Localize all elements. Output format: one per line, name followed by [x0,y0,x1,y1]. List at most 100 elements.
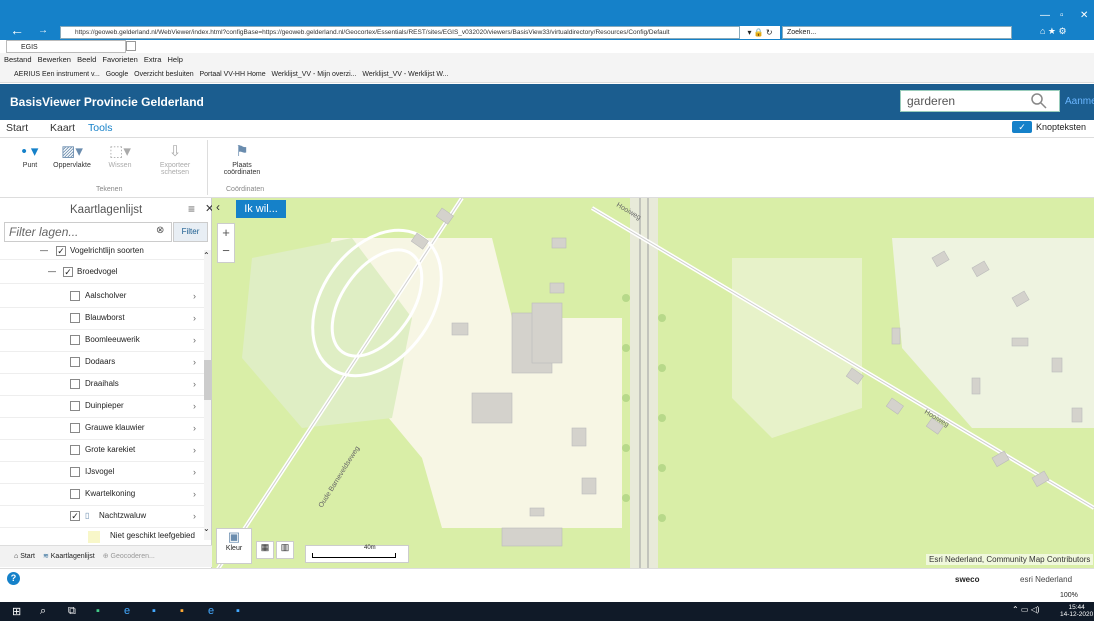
favorite-link[interactable]: AERIUS Een instrument v... [14,71,100,78]
chevron-up-icon[interactable]: ⌃ [203,251,210,260]
search-icon[interactable]: ⌕ [40,605,46,618]
tab-geocoderen[interactable]: Geocoderen... [111,553,155,560]
chevron-right-icon[interactable]: › [193,350,196,374]
clear-icon[interactable]: ⊗ [156,225,164,236]
taskview-icon[interactable]: ⧉ [68,605,76,618]
chevron-right-icon[interactable]: › [193,328,196,352]
menu-item[interactable]: Favorieten [102,55,137,64]
tab-kaart[interactable]: Kaart [50,122,75,134]
wissen-button[interactable]: ⬚▾ Wissen [100,142,140,169]
home-icon[interactable]: ⌂ [0,553,18,560]
chevron-right-icon[interactable]: › [193,394,196,418]
list-item[interactable]: Draaihals › [0,372,206,396]
checkbox[interactable] [70,291,80,301]
plaats-coordinaten-button[interactable]: ⚑ Plaats coördinaten [222,142,262,176]
chevron-right-icon[interactable]: › [193,438,196,462]
word-icon[interactable]: ▪ [236,605,240,617]
clock[interactable]: 15:44 14-12-2020 [1060,604,1093,618]
favorite-link[interactable]: Werklijst_VV - Werklijst W... [362,71,448,78]
zoom-in-button[interactable]: + [218,224,234,242]
tab-start-panel[interactable]: Start [20,553,35,560]
chevron-right-icon[interactable]: › [193,416,196,440]
scrollbar-thumb[interactable] [204,360,211,400]
browser-tools-icon[interactable]: ⌂ ★ ⚙ [1040,26,1067,37]
ik-wil-button[interactable]: Ik wil... [236,200,286,218]
list-item[interactable]: Aalscholver › [0,284,206,308]
map-table-icon[interactable]: ▥ [276,541,294,559]
menu-item[interactable]: Bewerken [38,55,71,64]
chevron-right-icon[interactable]: › [193,306,196,330]
tab-tools[interactable]: Tools [88,122,113,134]
chevron-right-icon[interactable]: › [193,482,196,506]
list-item[interactable]: IJsvogel › [0,460,206,484]
explorer-icon[interactable]: ▪ [180,605,184,617]
zoom-out-button[interactable]: − [218,242,234,260]
checkbox[interactable] [70,313,80,323]
list-item[interactable]: Duinpieper › [0,394,206,418]
forward-button[interactable]: → [38,25,48,36]
list-item[interactable]: Boomleeuwerik › [0,328,206,352]
chevron-right-icon[interactable]: › [193,372,196,396]
ie-icon[interactable]: e [124,605,130,617]
browser-search-input[interactable]: Zoeken... [782,26,1012,39]
checkbox[interactable] [70,423,80,433]
help-icon[interactable]: ? [7,572,20,585]
search-icon[interactable] [1030,92,1048,110]
checkbox[interactable]: ✓ [70,511,80,521]
geocode-icon[interactable]: ⊕ [97,553,109,560]
checkbox[interactable] [70,379,80,389]
kleur-button[interactable]: ▣ Kleur [216,528,252,564]
list-item[interactable]: Kwartelkoning › [0,482,206,506]
filter-input[interactable]: Filter lagen... [4,222,172,242]
menu-item[interactable]: Bestand [4,55,32,64]
punt-button[interactable]: • ▾ Punt [10,142,50,169]
back-button[interactable]: ← [10,22,24,38]
favorite-link[interactable]: Portaal VV-HH Home [200,71,266,78]
checkbox[interactable] [70,401,80,411]
list-item[interactable]: Blauwborst › [0,306,206,330]
exporteer-button[interactable]: ⇩ Exporteer schetsen [155,142,195,176]
knopteksten-toggle[interactable]: ✓ [1012,121,1032,133]
new-tab-button[interactable] [126,41,136,51]
collapse-panel-icon[interactable]: ‹ [216,200,220,214]
outlook-icon[interactable]: ▪ [152,605,156,617]
ie-icon[interactable]: e [208,605,214,617]
account-link[interactable]: Aanmelden [1065,96,1094,107]
checkbox[interactable] [70,467,80,477]
tray-icon[interactable]: ⌃ ▭ ◁) [1012,605,1040,614]
windows-start-icon[interactable]: ⊞ [12,605,21,618]
list-item[interactable]: ✓ ▯ Nachtzwaluw › [0,504,206,528]
menu-item[interactable]: Extra [144,55,162,64]
zoom-level[interactable]: 100% [1060,592,1078,599]
tab-start[interactable]: Start [6,122,28,134]
maximize-icon[interactable]: ▫ [1060,10,1064,21]
list-item[interactable]: Grauwe klauwier › [0,416,206,440]
favorite-link[interactable]: Google [106,71,129,78]
refresh-lock-icon[interactable]: ▾ 🔒 ↻ [740,26,780,39]
checkbox[interactable] [70,445,80,455]
layer-group-row[interactable]: — ✓ Vogelrichtlijn soorten [0,242,206,260]
layers-icon[interactable]: ≋ [37,553,49,560]
close-icon[interactable]: ✕ [1080,10,1088,21]
checkbox[interactable]: ✓ [56,246,66,256]
checkbox[interactable]: ✓ [63,267,73,277]
chevron-down-icon[interactable]: ⌄ [203,524,210,533]
app-icon[interactable]: ▪ [96,605,100,617]
list-item[interactable]: Grote karekiet › [0,438,206,462]
list-item[interactable]: Dodaars › [0,350,206,374]
minimize-icon[interactable]: — [1040,10,1050,21]
chevron-right-icon[interactable]: › [193,504,196,528]
menu-item[interactable]: Beeld [77,55,96,64]
layer-group-row[interactable]: — ✓ Broedvogel [0,260,206,284]
map-grid-icon[interactable]: ▦ [256,541,274,559]
map-view[interactable]: Oude Barneveldseweg Hooiweg Hooiweg [212,198,1094,568]
checkbox[interactable] [70,489,80,499]
checkbox[interactable] [70,335,80,345]
filter-button[interactable]: Filter [173,222,208,242]
menu-item[interactable]: Help [168,55,183,64]
menu-icon[interactable]: ≡ [188,202,195,216]
collapse-icon[interactable]: — [48,260,56,284]
favorite-link[interactable]: Overzicht besluiten [134,71,194,78]
favorite-link[interactable]: Werklijst_VV - Mijn overzi... [271,71,356,78]
address-bar[interactable]: https://geoweb.gelderland.nl/WebViewer/i… [60,26,740,39]
